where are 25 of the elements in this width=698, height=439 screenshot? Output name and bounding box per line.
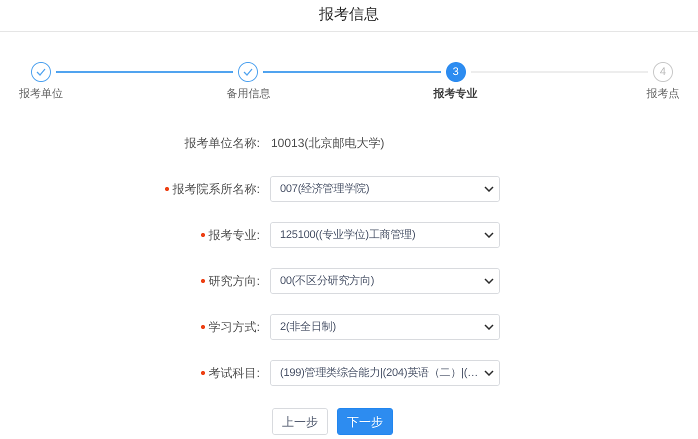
select-field[interactable]: 2(非全日制) [270,314,500,340]
field-label: 报考单位名称: [184,135,260,152]
step-label: 报考单位 [19,87,63,102]
chevron-down-icon [484,232,494,238]
chevron-down-icon [484,370,494,376]
field-label: 报考院系所名称: [172,181,260,198]
field-label: 考试科目: [208,365,260,382]
chevron-down-icon [484,324,494,330]
step-number: 4 [652,62,673,82]
field-value: 10013(北京邮电大学) [271,135,384,152]
select-field[interactable]: 00(不区分研究方向) [270,268,500,294]
step-label: 备用信息 [226,87,270,102]
select-field[interactable]: 125100((专业学位)工商管理) [270,222,500,248]
select-field[interactable]: 007(经济管理学院) [270,176,500,202]
step-label: 报考专业 [434,86,478,102]
chevron-down-icon [484,186,494,192]
chevron-down-icon [484,278,494,284]
field-label: 学习方式: [208,319,260,336]
step-button[interactable]: 上一步 [272,408,328,435]
field-label: 研究方向: [208,273,260,290]
field-label: 报考专业: [208,227,260,244]
step-label: 报考点 [646,86,680,102]
step-number: 3 [446,62,466,82]
page-title: 报考信息 [319,5,379,26]
select-field[interactable]: (199)管理类综合能力|(204)英语（二）|(… [270,360,500,386]
